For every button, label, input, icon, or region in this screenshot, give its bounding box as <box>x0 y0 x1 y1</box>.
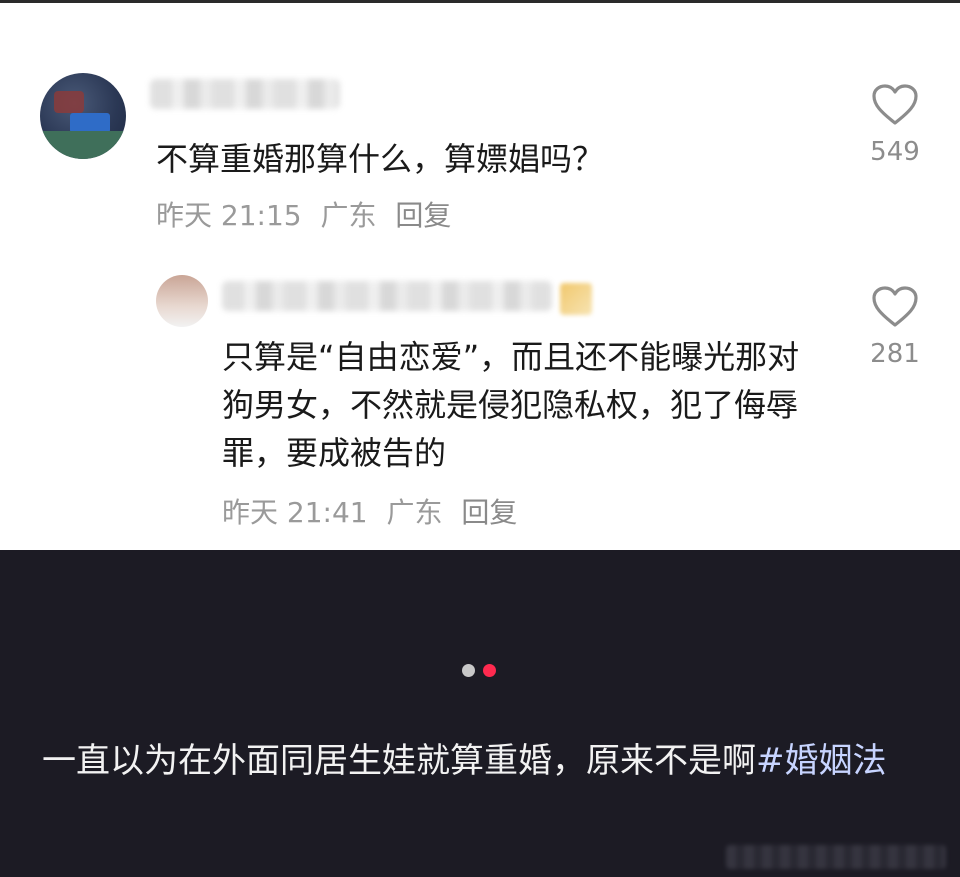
page-dot-active[interactable] <box>483 664 496 677</box>
like-count: 281 <box>870 339 920 369</box>
comment-panel: 不算重婚那算什么，算嫖娼吗？ 昨天 21:15 广东 回复 549 只算是“自由… <box>0 3 960 550</box>
comment-time: 昨天 21:15 <box>156 199 302 232</box>
reply-avatar[interactable] <box>156 275 208 327</box>
comment-meta: 昨天 21:15 广东 回复 <box>156 198 461 234</box>
caption-text: 一直以为在外面同居生娃就算重婚，原来不是啊 <box>42 741 756 781</box>
comment-location: 广东 <box>320 199 377 232</box>
username-blurred[interactable] <box>222 281 552 311</box>
avatar[interactable] <box>40 73 126 159</box>
comment-meta: 昨天 21:41 广东 回复 <box>222 495 527 531</box>
page-dot[interactable] <box>462 664 475 677</box>
heart-icon <box>872 84 918 125</box>
reply-comment-text: 只算是“自由恋爱”，而且还不能曝光那对狗男女，不然就是侵犯隐私权，犯了侮辱罪，要… <box>222 338 800 472</box>
reply-button[interactable]: 回复 <box>395 198 451 234</box>
like-count: 549 <box>870 137 920 167</box>
comment-time: 昨天 21:41 <box>222 496 368 529</box>
like-button[interactable]: 281 <box>860 285 930 371</box>
reply-button[interactable]: 回复 <box>461 495 517 531</box>
page-indicator <box>462 662 504 681</box>
watermark <box>726 845 946 869</box>
heart-icon <box>872 286 918 327</box>
caption-panel: 一直以为在外面同居生娃就算重婚，原来不是啊#婚姻法 <box>0 550 960 877</box>
user-badge <box>560 283 592 315</box>
like-button[interactable]: 549 <box>860 83 930 169</box>
username-blurred[interactable] <box>150 79 340 109</box>
comment-text: 不算重婚那算什么，算嫖娼吗？ <box>156 140 605 178</box>
post-caption: 一直以为在外面同居生娃就算重婚，原来不是啊#婚姻法 <box>42 734 922 788</box>
comment-location: 广东 <box>386 496 443 529</box>
hashtag-link[interactable]: #婚姻法 <box>756 741 887 781</box>
